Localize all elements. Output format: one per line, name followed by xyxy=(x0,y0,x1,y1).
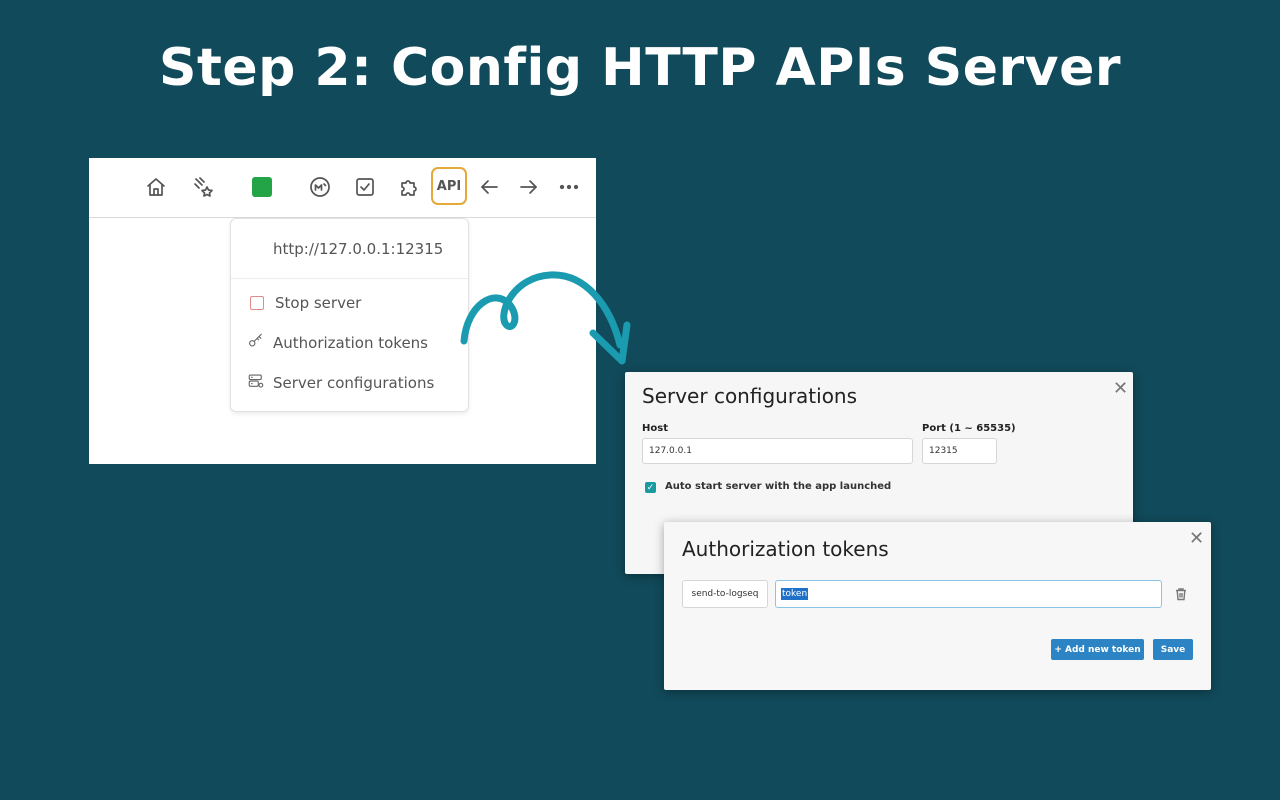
puzzle-icon[interactable] xyxy=(394,172,424,202)
close-icon[interactable]: ✕ xyxy=(1189,530,1204,548)
arrow-right-icon[interactable] xyxy=(514,172,544,202)
logseq-m-icon[interactable] xyxy=(305,172,335,202)
home-icon[interactable] xyxy=(141,172,171,202)
api-button[interactable]: API xyxy=(431,167,467,205)
dialog-title: Server configurations xyxy=(642,384,858,408)
stars-icon[interactable] xyxy=(189,172,219,202)
trash-icon[interactable] xyxy=(1174,586,1188,601)
server-settings-icon xyxy=(247,372,265,394)
autostart-label: Auto start server with the app launched xyxy=(665,481,892,492)
dialog-title: Authorization tokens xyxy=(682,537,889,561)
stop-square-icon xyxy=(250,296,264,310)
page-heading: Step 2: Config HTTP APIs Server xyxy=(159,38,1121,98)
token-name-input[interactable]: send-to-logseq xyxy=(682,580,768,608)
save-button[interactable]: Save xyxy=(1153,639,1193,660)
more-icon[interactable] xyxy=(554,172,584,202)
green-square-icon[interactable] xyxy=(247,172,277,202)
add-new-token-button[interactable]: + Add new token xyxy=(1051,639,1144,660)
toolbar: API xyxy=(89,158,596,218)
token-value-input[interactable]: token xyxy=(775,580,1162,608)
authorization-tokens-item[interactable]: Authorization tokens xyxy=(247,331,428,355)
autostart-checkbox[interactable]: ✓ xyxy=(645,482,656,493)
curved-arrow xyxy=(460,271,631,365)
server-configurations-label: Server configurations xyxy=(273,374,435,392)
arrow-left-icon[interactable] xyxy=(474,172,504,202)
stop-server-label: Stop server xyxy=(275,294,362,312)
checkbox-icon[interactable] xyxy=(350,172,380,202)
host-label: Host xyxy=(642,423,668,434)
close-icon[interactable]: ✕ xyxy=(1113,380,1128,398)
server-url: http://127.0.0.1:12315 xyxy=(231,219,468,279)
server-configurations-item[interactable]: Server configurations xyxy=(247,371,434,395)
port-label: Port (1 ~ 65535) xyxy=(922,423,1016,434)
authorization-tokens-label: Authorization tokens xyxy=(273,334,428,352)
api-server-dropdown: http://127.0.0.1:12315 Stop server Autho… xyxy=(230,218,469,412)
port-input[interactable]: 12315 xyxy=(922,438,997,464)
authorization-tokens-dialog: Authorization tokens ✕ send-to-logseq to… xyxy=(664,522,1211,690)
host-input[interactable]: 127.0.0.1 xyxy=(642,438,913,464)
key-icon xyxy=(247,332,265,354)
stop-server-item[interactable]: Stop server xyxy=(247,291,361,315)
token-value-text: token xyxy=(781,588,809,600)
